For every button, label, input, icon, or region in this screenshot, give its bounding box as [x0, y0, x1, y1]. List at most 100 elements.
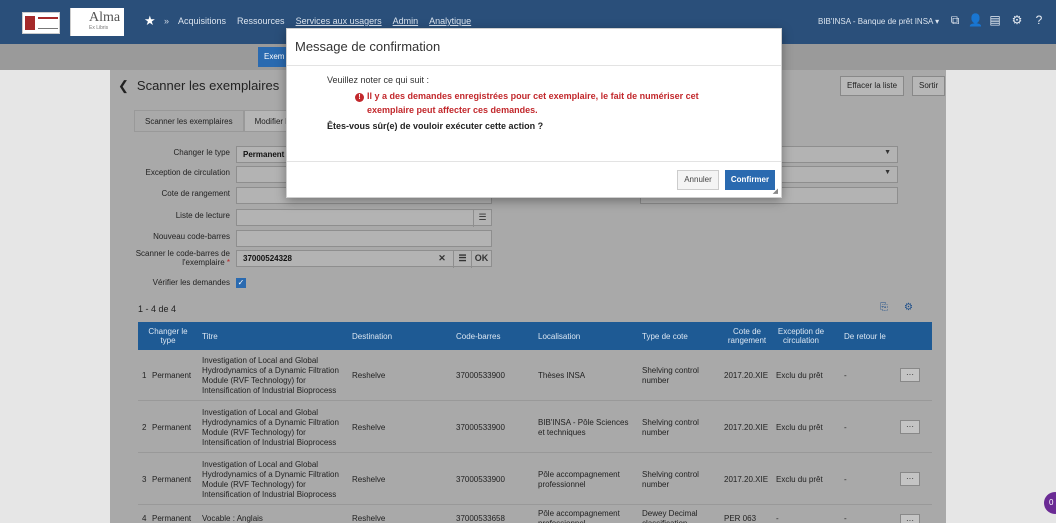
new-barcode-label: Nouveau code-barres [153, 232, 230, 241]
row-title[interactable]: Vocable : Anglais [202, 506, 344, 523]
row-menu-button[interactable]: ··· [900, 472, 920, 486]
dialog-question: Êtes-vous sûr(e) de vouloir exécuter cet… [327, 121, 544, 131]
verify-checkbox[interactable]: ✓ [236, 278, 246, 288]
row-circ-exception: Exclu du prêt [776, 370, 823, 380]
new-barcode-input[interactable] [236, 230, 492, 247]
cancel-button[interactable]: Annuler [677, 170, 719, 190]
row-circ-exception: Exclu du prêt [776, 422, 823, 432]
ok-button[interactable]: OK [471, 251, 491, 268]
change-type-label: Changer le type [173, 148, 230, 157]
table-row: 3 Permanent Investigation of Local and G… [138, 454, 932, 505]
list-icon[interactable]: ☰ [473, 210, 491, 227]
row-cote-type: Shelving control number [642, 365, 699, 385]
row-location: Pôle accompagnement professionnel [538, 469, 620, 489]
row-circ-exception: - [776, 514, 779, 523]
tasks-icon[interactable]: ⧉ [948, 13, 962, 27]
dropdown-icon: ▼ [884, 169, 891, 176]
alma-brand: Alma [89, 10, 121, 25]
row-barcode: 37000533900 [456, 474, 505, 484]
row-cote-type: Shelving control number [642, 417, 699, 437]
required-mark: * [226, 258, 230, 267]
nav-analytics[interactable]: Analytique [429, 16, 471, 26]
settings-icon[interactable]: ⚙ [904, 302, 913, 313]
row-menu-button[interactable]: ··· [900, 420, 920, 434]
back-arrow-icon[interactable]: ❮ [118, 78, 129, 93]
row-number: 2 [142, 422, 147, 432]
th-destination[interactable]: Destination [352, 322, 392, 350]
table-row: 1 Permanent Investigation of Local and G… [138, 350, 932, 401]
row-type: Permanent [152, 422, 192, 432]
page-title-text: Scanner les exemplaires [136, 78, 280, 93]
row-scan-barcode: Scanner le code-barres de l'exemplaire * … [110, 249, 946, 268]
reading-list-input[interactable]: ☰ [236, 209, 492, 227]
row-barcode: 37000533900 [456, 370, 505, 380]
notification-badge[interactable]: 0 [1044, 492, 1056, 514]
row-shelving: 2017.20.XIE [724, 474, 769, 484]
gear-icon[interactable]: ⚙ [1010, 13, 1024, 27]
row-location: BIB'INSA - Pôle Sciences et techniques [538, 417, 629, 437]
resize-grip-icon[interactable]: ◢ [773, 187, 778, 195]
row-barcode: 37000533658 [456, 514, 505, 523]
row-destination: Reshelve [352, 370, 386, 380]
th-type[interactable]: Changer le type [148, 322, 188, 350]
result-count: 1 - 4 de 4 [138, 304, 177, 314]
clear-list-button[interactable]: Effacer la liste [840, 76, 905, 96]
exit-button[interactable]: Sortir [912, 76, 946, 96]
table-tools: ⎘ ⚙ [880, 302, 913, 313]
shelving-label: Cote de rangement [161, 189, 231, 198]
th-circ-exception[interactable]: Exception de circulation [774, 322, 828, 350]
row-type: Permanent [152, 474, 192, 484]
th-return[interactable]: De retour le [844, 322, 886, 350]
th-cote-type[interactable]: Type de cote [642, 322, 688, 350]
table-row: 4 Permanent Vocable : Anglais Reshelve 3… [138, 506, 932, 523]
alma-logo[interactable]: Alma Ex Libris [70, 8, 124, 36]
table-header: Changer le type Titre Destination Code-b… [138, 322, 932, 350]
row-type: Permanent [152, 370, 192, 380]
warning-icon: ! [355, 93, 364, 102]
nav-resources[interactable]: Ressources [237, 16, 285, 26]
user-icon[interactable]: 👤 [968, 13, 983, 27]
th-shelving[interactable]: Cote de rangement [726, 322, 768, 350]
th-location[interactable]: Localisation [538, 322, 580, 350]
clear-icon[interactable]: ✕ [433, 251, 451, 268]
nav-admin[interactable]: Admin [393, 16, 419, 26]
help-icon[interactable]: ? [1032, 13, 1046, 27]
row-reading-list: Liste de lecture ☰ [110, 209, 946, 227]
row-number: 1 [142, 370, 147, 380]
row-title[interactable]: Investigation of Local and Global Hydrod… [202, 402, 344, 453]
nav-acquisitions[interactable]: Acquisitions [178, 16, 226, 26]
row-menu-button[interactable]: ··· [900, 368, 920, 382]
list-icon[interactable]: ☰ [453, 251, 471, 268]
row-menu-button[interactable]: ··· [900, 514, 920, 523]
row-shelving: 2017.20.XIE [724, 422, 769, 432]
row-new-barcode: Nouveau code-barres [110, 230, 946, 248]
clipboard-icon[interactable]: ▤ [988, 13, 1002, 27]
dropdown-icon: ▼ [884, 149, 891, 156]
tab-scan[interactable]: Scanner les exemplaires [134, 110, 244, 132]
page-title: ❮ Scanner les exemplaires [118, 78, 279, 94]
confirmation-dialog: Message de confirmation Veuillez noter c… [286, 28, 782, 198]
row-number: 4 [142, 514, 147, 523]
dialog-note: Veuillez noter ce qui suit : [327, 75, 430, 85]
confirm-button[interactable]: Confirmer [725, 170, 775, 190]
export-icon[interactable]: ⎘ [880, 302, 888, 313]
row-title[interactable]: Investigation of Local and Global Hydrod… [202, 350, 344, 401]
th-barcode[interactable]: Code-barres [456, 322, 500, 350]
star-icon[interactable]: ★ [144, 13, 156, 29]
row-title[interactable]: Investigation of Local and Global Hydrod… [202, 454, 344, 505]
row-barcode: 37000533900 [456, 422, 505, 432]
row-verify: Vérifier les demandes ✓ [110, 276, 946, 294]
scan-barcode-input[interactable]: 37000524328 ✕ ☰ OK [236, 250, 492, 268]
row-number: 3 [142, 474, 147, 484]
row-shelving: PER 063 [724, 514, 757, 523]
alma-brand-sub: Ex Libris [89, 25, 109, 31]
warning-line1: Il y a des demandes enregistrées pour ce… [367, 91, 699, 101]
th-title[interactable]: Titre [202, 322, 218, 350]
divider [287, 161, 781, 162]
chevron-right-icon[interactable]: » [164, 16, 169, 26]
institution-selector[interactable]: BIB'INSA - Banque de prêt INSA ▾ [818, 17, 939, 26]
row-destination: Reshelve [352, 514, 386, 523]
nav-user-services[interactable]: Services aux usagers [296, 16, 382, 26]
institution-logo[interactable] [22, 12, 60, 34]
row-return: - [844, 422, 847, 432]
